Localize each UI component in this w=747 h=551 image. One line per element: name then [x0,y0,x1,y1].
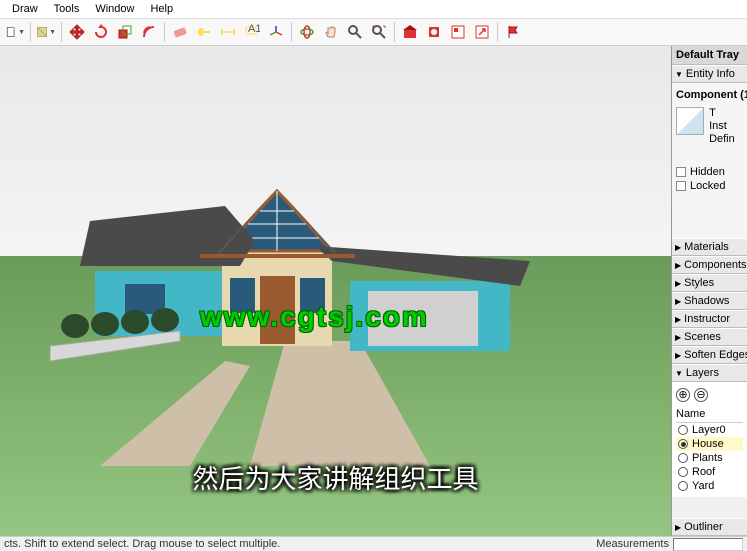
status-bar: cts. Shift to extend select. Drag mouse … [0,536,747,551]
viewport-3d[interactable]: www.cgtsj.com 然后为大家讲解组织工具 [0,46,672,536]
locked-checkbox-row[interactable]: Locked [676,180,743,192]
eraser-button[interactable] [169,21,191,43]
outliner-header[interactable]: ▶Outliner [672,518,747,536]
new-file-button[interactable]: ▼ [4,21,26,43]
send-button[interactable] [471,21,493,43]
text-button[interactable]: A1 [241,21,263,43]
entity-thumbnail[interactable] [676,107,704,135]
paint-bucket-button[interactable]: ▼ [35,21,57,43]
layer-radio[interactable] [678,467,688,477]
layer-radio[interactable] [678,425,688,435]
layers-header[interactable]: ▼Layers [672,364,747,382]
layer-row-plants[interactable]: Plants [676,451,743,465]
move-button[interactable] [66,21,88,43]
layer-radio[interactable] [678,439,688,449]
entity-component-label: Component (1 in [676,87,743,107]
main-toolbar: ▼ ▼ A1 [0,18,747,46]
entity-info-header[interactable]: ▼Entity Info [672,65,747,83]
layer-row-yard[interactable]: Yard [676,479,743,493]
styles-header[interactable]: ▶Styles [672,274,747,292]
svg-text:A1: A1 [248,24,260,35]
layer-radio[interactable] [678,481,688,491]
menu-tools[interactable]: Tools [46,1,88,17]
tape-measure-button[interactable] [193,21,215,43]
offset-button[interactable] [138,21,160,43]
zoom-extents-button[interactable] [368,21,390,43]
tray-title: Default Tray [672,46,747,65]
soften-edges-header[interactable]: ▶Soften Edges [672,346,747,364]
orbit-button[interactable] [296,21,318,43]
default-tray: Default Tray ▼Entity Info Component (1 i… [672,46,747,536]
menu-help[interactable]: Help [142,1,181,17]
layer-row-roof[interactable]: Roof [676,465,743,479]
extension-warehouse-button[interactable] [423,21,445,43]
axes-button[interactable] [265,21,287,43]
pan-button[interactable] [320,21,342,43]
layers-name-column[interactable]: Name [676,406,743,423]
layer-radio[interactable] [678,453,688,463]
hidden-checkbox-row[interactable]: Hidden [676,166,743,178]
layer-name: Yard [692,480,714,492]
subtitle-text: 然后为大家讲解组织工具 [192,459,478,496]
layer-name: House [692,438,724,450]
menu-draw[interactable]: Draw [4,1,46,17]
entity-info-body: Component (1 in T Inst Defin Hidden Lock… [672,83,747,238]
layer-name: Plants [692,452,723,464]
warehouse-button[interactable] [399,21,421,43]
flag-button[interactable] [502,21,524,43]
entity-definition-label: Defin [709,133,735,146]
scale-button[interactable] [114,21,136,43]
remove-layer-button[interactable]: ⊖ [694,388,708,402]
measurements-input[interactable] [673,538,743,551]
entity-type-label: T [709,107,735,120]
add-layer-button[interactable]: ⊕ [676,388,690,402]
layout-button[interactable] [447,21,469,43]
layer-row-layer0[interactable]: Layer0 [676,423,743,437]
layer-row-house[interactable]: House [676,437,743,451]
menu-window[interactable]: Window [87,1,142,17]
rotate-button[interactable] [90,21,112,43]
status-hint: cts. Shift to extend select. Drag mouse … [4,538,280,550]
measurements-label: Measurements [596,538,669,550]
dimension-button[interactable] [217,21,239,43]
entity-instance-label: Inst [709,120,735,133]
scenes-header[interactable]: ▶Scenes [672,328,747,346]
shadows-header[interactable]: ▶Shadows [672,292,747,310]
zoom-button[interactable] [344,21,366,43]
materials-header[interactable]: ▶Materials [672,238,747,256]
instructor-header[interactable]: ▶Instructor [672,310,747,328]
components-header[interactable]: ▶Components [672,256,747,274]
layer-name: Roof [692,466,715,478]
menu-bar: Draw Tools Window Help [0,0,747,18]
layers-panel-body: ⊕ ⊖ Name Layer0 House Plants Roof Yard [672,382,747,497]
watermark-text: www.cgtsj.com [200,301,429,333]
layer-name: Layer0 [692,424,726,436]
